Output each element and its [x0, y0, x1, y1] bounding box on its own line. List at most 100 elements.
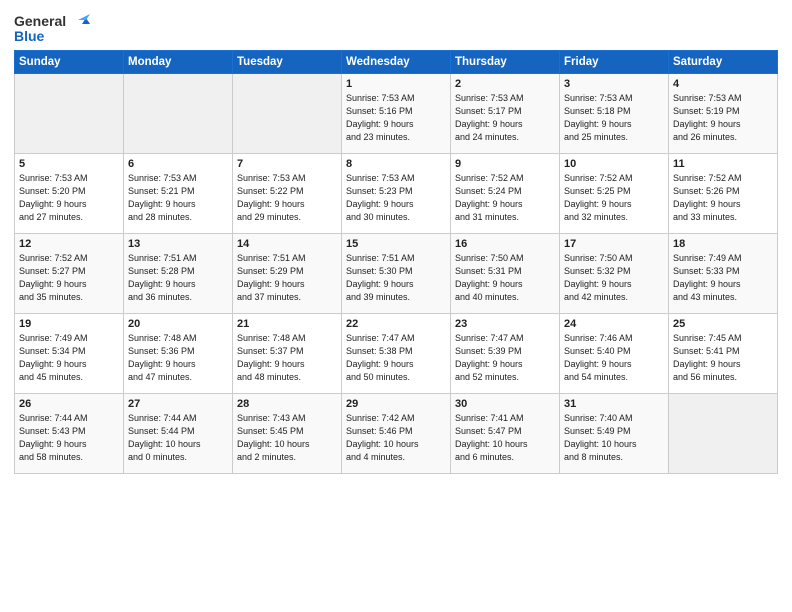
day-number: 7	[237, 158, 337, 170]
calendar-cell: 5 Sunrise: 7:53 AM Sunset: 5:20 PM Daylig…	[15, 154, 124, 234]
day-info: Sunrise: 7:45 AM Sunset: 5:41 PM Dayligh…	[673, 332, 773, 384]
calendar-cell: 14Sunrise: 7:51 AM Sunset: 5:29 PM Dayli…	[233, 234, 342, 314]
calendar-cell: 4Sunrise: 7:53 AM Sunset: 5:19 PM Daylig…	[669, 74, 778, 154]
day-info: Sunrise: 7:53 AM Sunset: 5:23 PM Dayligh…	[346, 172, 446, 224]
calendar-cell: 7Sunrise: 7:53 AM Sunset: 5:22 PM Daylig…	[233, 154, 342, 234]
calendar-week-row: 5 Sunrise: 7:53 AM Sunset: 5:20 PM Daylig…	[15, 154, 778, 234]
calendar-cell: 23 Sunrise: 7:47 AM Sunset: 5:39 PM Dayli…	[451, 314, 560, 394]
calendar-week-row: 1 Sunrise: 7:53 AM Sunset: 5:16 PM Daylig…	[15, 74, 778, 154]
weekday-header-monday: Monday	[124, 51, 233, 74]
day-info: Sunrise: 7:43 AM Sunset: 5:45 PM Dayligh…	[237, 412, 337, 464]
calendar-cell: 11 Sunrise: 7:52 AM Sunset: 5:26 PM Dayli…	[669, 154, 778, 234]
weekday-header-friday: Friday	[560, 51, 669, 74]
calendar-cell: 29 Sunrise: 7:42 AM Sunset: 5:46 PM Dayli…	[342, 394, 451, 474]
calendar-cell: 24 Sunrise: 7:46 AM Sunset: 5:40 PM Dayli…	[560, 314, 669, 394]
calendar-cell: 15 Sunrise: 7:51 AM Sunset: 5:30 PM Dayli…	[342, 234, 451, 314]
logo-blue-text: Blue	[14, 28, 44, 44]
calendar-week-row: 12 Sunrise: 7:52 AM Sunset: 5:27 PM Dayli…	[15, 234, 778, 314]
day-number: 5	[19, 158, 119, 170]
day-number: 24	[564, 318, 664, 330]
day-info: Sunrise: 7:51 AM Sunset: 5:30 PM Dayligh…	[346, 252, 446, 304]
calendar-cell: 22 Sunrise: 7:47 AM Sunset: 5:38 PM Dayli…	[342, 314, 451, 394]
day-number: 23	[455, 318, 555, 330]
day-info: Sunrise: 7:46 AM Sunset: 5:40 PM Dayligh…	[564, 332, 664, 384]
day-info: Sunrise: 7:47 AM Sunset: 5:38 PM Dayligh…	[346, 332, 446, 384]
logo-icon	[68, 10, 90, 32]
calendar-body: 1 Sunrise: 7:53 AM Sunset: 5:16 PM Daylig…	[15, 74, 778, 474]
day-number: 2	[455, 78, 555, 90]
day-number: 30	[455, 398, 555, 410]
day-number: 27	[128, 398, 228, 410]
day-info: Sunrise: 7:52 AM Sunset: 5:26 PM Dayligh…	[673, 172, 773, 224]
weekday-header-wednesday: Wednesday	[342, 51, 451, 74]
day-number: 28	[237, 398, 337, 410]
calendar-cell	[669, 394, 778, 474]
calendar-cell: 31 Sunrise: 7:40 AM Sunset: 5:49 PM Dayli…	[560, 394, 669, 474]
day-info: Sunrise: 7:53 AM Sunset: 5:21 PM Dayligh…	[128, 172, 228, 224]
day-info: Sunrise: 7:42 AM Sunset: 5:46 PM Dayligh…	[346, 412, 446, 464]
weekday-header-row: SundayMondayTuesdayWednesdayThursdayFrid…	[15, 51, 778, 74]
calendar-cell: 19Sunrise: 7:49 AM Sunset: 5:34 PM Dayli…	[15, 314, 124, 394]
day-number: 18	[673, 238, 773, 250]
day-number: 16	[455, 238, 555, 250]
calendar-cell	[233, 74, 342, 154]
calendar-cell: 1 Sunrise: 7:53 AM Sunset: 5:16 PM Daylig…	[342, 74, 451, 154]
calendar-cell: 26 Sunrise: 7:44 AM Sunset: 5:43 PM Dayli…	[15, 394, 124, 474]
day-number: 25	[673, 318, 773, 330]
weekday-header-saturday: Saturday	[669, 51, 778, 74]
day-number: 9	[455, 158, 555, 170]
page-container: General Blue SundayMondayTuesdayWednesda…	[0, 0, 792, 612]
day-number: 6	[128, 158, 228, 170]
day-number: 26	[19, 398, 119, 410]
day-info: Sunrise: 7:44 AM Sunset: 5:43 PM Dayligh…	[19, 412, 119, 464]
day-number: 10	[564, 158, 664, 170]
calendar-week-row: 19Sunrise: 7:49 AM Sunset: 5:34 PM Dayli…	[15, 314, 778, 394]
day-number: 12	[19, 238, 119, 250]
calendar-cell: 28 Sunrise: 7:43 AM Sunset: 5:45 PM Dayli…	[233, 394, 342, 474]
calendar-cell	[15, 74, 124, 154]
day-number: 1	[346, 78, 446, 90]
day-info: Sunrise: 7:51 AM Sunset: 5:28 PM Dayligh…	[128, 252, 228, 304]
day-number: 22	[346, 318, 446, 330]
calendar-cell: 25 Sunrise: 7:45 AM Sunset: 5:41 PM Dayli…	[669, 314, 778, 394]
day-info: Sunrise: 7:53 AM Sunset: 5:16 PM Dayligh…	[346, 92, 446, 144]
day-number: 31	[564, 398, 664, 410]
day-number: 20	[128, 318, 228, 330]
weekday-header-thursday: Thursday	[451, 51, 560, 74]
day-info: Sunrise: 7:48 AM Sunset: 5:37 PM Dayligh…	[237, 332, 337, 384]
day-number: 29	[346, 398, 446, 410]
calendar-cell: 30 Sunrise: 7:41 AM Sunset: 5:47 PM Dayli…	[451, 394, 560, 474]
calendar-cell: 3Sunrise: 7:53 AM Sunset: 5:18 PM Daylig…	[560, 74, 669, 154]
day-info: Sunrise: 7:50 AM Sunset: 5:32 PM Dayligh…	[564, 252, 664, 304]
day-info: Sunrise: 7:53 AM Sunset: 5:20 PM Dayligh…	[19, 172, 119, 224]
calendar-table: SundayMondayTuesdayWednesdayThursdayFrid…	[14, 50, 778, 474]
day-info: Sunrise: 7:50 AM Sunset: 5:31 PM Dayligh…	[455, 252, 555, 304]
calendar-cell: 21 Sunrise: 7:48 AM Sunset: 5:37 PM Dayli…	[233, 314, 342, 394]
day-info: Sunrise: 7:41 AM Sunset: 5:47 PM Dayligh…	[455, 412, 555, 464]
calendar-cell: 17 Sunrise: 7:50 AM Sunset: 5:32 PM Dayli…	[560, 234, 669, 314]
day-info: Sunrise: 7:52 AM Sunset: 5:25 PM Dayligh…	[564, 172, 664, 224]
day-info: Sunrise: 7:47 AM Sunset: 5:39 PM Dayligh…	[455, 332, 555, 384]
calendar-cell	[124, 74, 233, 154]
calendar-cell: 18Sunrise: 7:49 AM Sunset: 5:33 PM Dayli…	[669, 234, 778, 314]
day-number: 17	[564, 238, 664, 250]
day-info: Sunrise: 7:53 AM Sunset: 5:18 PM Dayligh…	[564, 92, 664, 144]
day-info: Sunrise: 7:40 AM Sunset: 5:49 PM Dayligh…	[564, 412, 664, 464]
day-number: 19	[19, 318, 119, 330]
day-number: 13	[128, 238, 228, 250]
day-number: 11	[673, 158, 773, 170]
day-info: Sunrise: 7:52 AM Sunset: 5:27 PM Dayligh…	[19, 252, 119, 304]
day-number: 8	[346, 158, 446, 170]
calendar-header: SundayMondayTuesdayWednesdayThursdayFrid…	[15, 51, 778, 74]
day-number: 21	[237, 318, 337, 330]
calendar-cell: 10 Sunrise: 7:52 AM Sunset: 5:25 PM Dayli…	[560, 154, 669, 234]
day-info: Sunrise: 7:53 AM Sunset: 5:19 PM Dayligh…	[673, 92, 773, 144]
logo: General Blue	[14, 10, 90, 44]
calendar-cell: 2 Sunrise: 7:53 AM Sunset: 5:17 PM Daylig…	[451, 74, 560, 154]
calendar-cell: 6 Sunrise: 7:53 AM Sunset: 5:21 PM Daylig…	[124, 154, 233, 234]
weekday-header-tuesday: Tuesday	[233, 51, 342, 74]
day-info: Sunrise: 7:53 AM Sunset: 5:17 PM Dayligh…	[455, 92, 555, 144]
calendar-cell: 9Sunrise: 7:52 AM Sunset: 5:24 PM Daylig…	[451, 154, 560, 234]
calendar-cell: 12 Sunrise: 7:52 AM Sunset: 5:27 PM Dayli…	[15, 234, 124, 314]
day-number: 15	[346, 238, 446, 250]
